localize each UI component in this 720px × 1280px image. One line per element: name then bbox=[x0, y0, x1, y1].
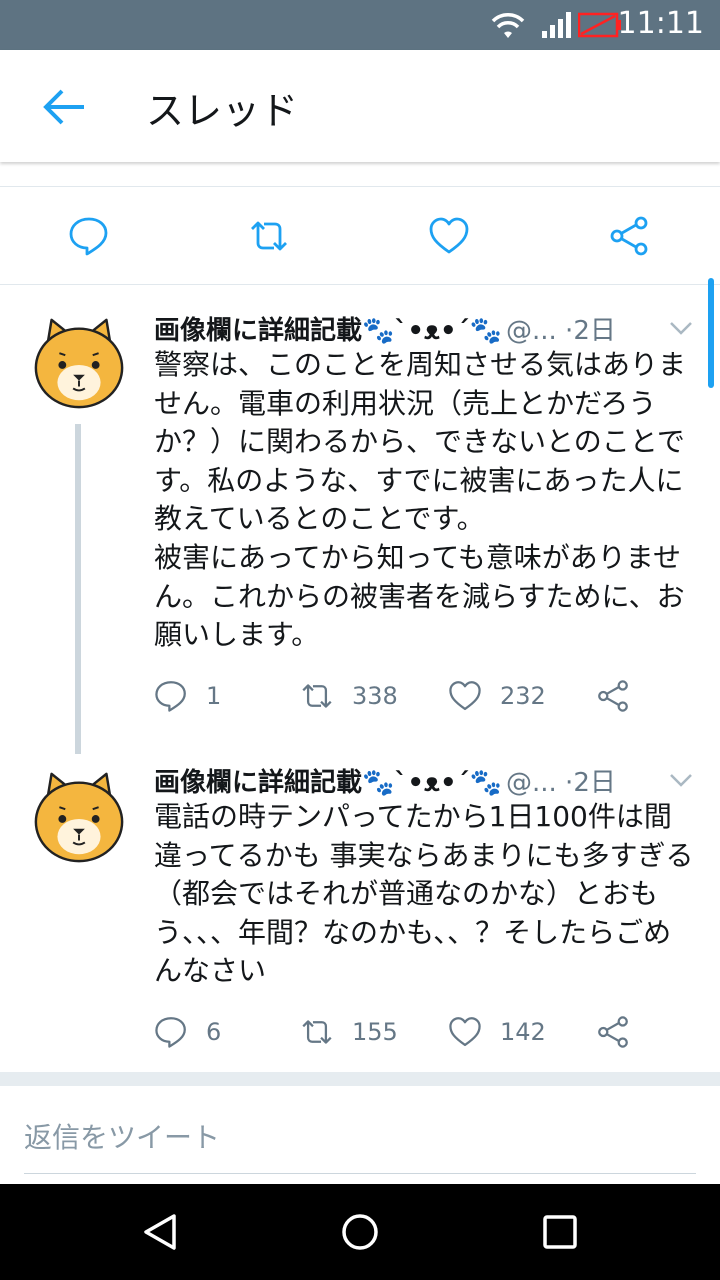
home-circle-icon[interactable] bbox=[338, 1210, 382, 1254]
retweet-icon[interactable] bbox=[248, 215, 290, 257]
retweet-icon bbox=[302, 684, 332, 708]
retweet-button[interactable]: 155 bbox=[300, 1014, 398, 1050]
tweet-date[interactable]: 2日 bbox=[573, 768, 616, 798]
tweet[interactable]: 画像欄に詳細記載🐾ˋ•ᴥ•ˊ🐾 @... ·2日 警察は、このことを周知させる気は… bbox=[0, 284, 720, 754]
thread-line bbox=[75, 424, 81, 754]
reply-icon[interactable] bbox=[68, 215, 110, 257]
retweet-count: 338 bbox=[352, 682, 398, 710]
display-name[interactable]: 画像欄に詳細記載🐾ˋ•ᴥ•ˊ🐾 bbox=[154, 316, 502, 346]
reply-count: 1 bbox=[206, 682, 222, 710]
reply-count: 6 bbox=[206, 1018, 222, 1046]
handle[interactable]: @... bbox=[506, 768, 557, 798]
reply-composer: 返信をツイート bbox=[0, 1072, 720, 1184]
tweet-text: 警察は、このことを周知させる気はありません。電車の利用状況（売上とかだろうか？）… bbox=[154, 348, 687, 652]
system-nav-bar bbox=[0, 1184, 720, 1280]
like-icon bbox=[449, 1017, 481, 1047]
display-name[interactable]: 画像欄に詳細記載🐾ˋ•ᴥ•ˊ🐾 bbox=[154, 768, 502, 798]
back-arrow-icon[interactable] bbox=[40, 83, 88, 131]
avatar[interactable] bbox=[30, 314, 128, 412]
chevron-down-icon[interactable] bbox=[668, 318, 694, 338]
like-button[interactable]: 142 bbox=[448, 1014, 546, 1050]
share-button[interactable] bbox=[596, 1014, 630, 1050]
tweet[interactable]: 画像欄に詳細記載🐾ˋ•ᴥ•ˊ🐾 @... ·2日 電話の時テンパってたから1日10… bbox=[0, 750, 720, 1072]
handle[interactable]: @... bbox=[506, 316, 557, 346]
status-bar: 11:11 bbox=[0, 0, 720, 50]
share-icon[interactable] bbox=[608, 215, 650, 257]
app-header: スレッド bbox=[0, 50, 720, 162]
reply-button[interactable]: 6 bbox=[154, 1014, 221, 1050]
tweet-date[interactable]: 2日 bbox=[573, 316, 616, 346]
reply-button[interactable]: 1 bbox=[154, 678, 221, 714]
recents-square-icon[interactable] bbox=[538, 1210, 582, 1254]
like-icon[interactable] bbox=[428, 215, 470, 257]
tweet-actions: 6 155 142 bbox=[154, 1014, 654, 1054]
wifi-icon bbox=[491, 13, 525, 38]
retweet-button[interactable]: 338 bbox=[300, 678, 398, 714]
tweet-text: 電話の時テンパってたから1日100件は間違ってるかも 事実ならあまりにも多すぎる… bbox=[154, 800, 694, 988]
reply-icon bbox=[155, 1017, 186, 1048]
retweet-icon bbox=[302, 1020, 332, 1044]
signal-icon bbox=[542, 12, 571, 38]
page-title: スレッド bbox=[146, 89, 299, 133]
clock: 11:11 bbox=[617, 6, 704, 41]
input-underline bbox=[24, 1173, 696, 1174]
like-button[interactable]: 232 bbox=[448, 678, 546, 714]
like-icon bbox=[449, 681, 481, 711]
reply-input[interactable]: 返信をツイート bbox=[24, 1116, 220, 1156]
share-icon bbox=[598, 1016, 628, 1048]
battery-empty-icon bbox=[578, 12, 621, 38]
retweet-count: 155 bbox=[352, 1018, 398, 1046]
tweet-header: 画像欄に詳細記載🐾ˋ•ᴥ•ˊ🐾 @... ·2日 bbox=[154, 310, 694, 350]
tweet-header: 画像欄に詳細記載🐾ˋ•ᴥ•ˊ🐾 @... ·2日 bbox=[154, 762, 694, 802]
back-triangle-icon[interactable] bbox=[138, 1210, 182, 1254]
like-count: 142 bbox=[500, 1018, 546, 1046]
share-button[interactable] bbox=[596, 678, 630, 714]
share-icon bbox=[598, 680, 628, 712]
tweet-actions: 1 338 232 bbox=[154, 678, 654, 718]
chevron-down-icon[interactable] bbox=[668, 770, 694, 790]
like-count: 232 bbox=[500, 682, 546, 710]
previous-tweet-actions bbox=[0, 186, 720, 284]
avatar[interactable] bbox=[30, 768, 128, 866]
reply-icon bbox=[155, 681, 186, 712]
